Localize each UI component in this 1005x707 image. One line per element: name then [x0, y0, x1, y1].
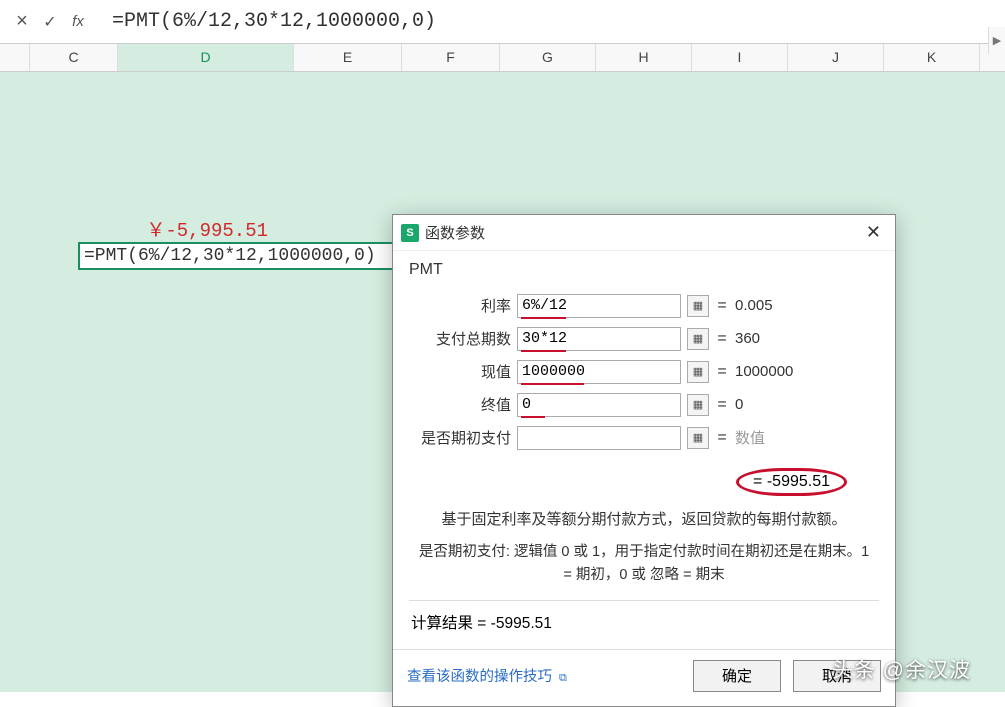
- scroll-right-icon[interactable]: ▶: [988, 27, 1005, 54]
- column-header[interactable]: I: [692, 44, 788, 71]
- equals-sign: =: [715, 330, 729, 348]
- equals-sign: =: [715, 396, 729, 414]
- column-header[interactable]: F: [402, 44, 500, 71]
- red-underline-annotation: [521, 383, 584, 385]
- argument-label: 是否期初支付: [415, 427, 511, 448]
- argument-evaluated: 数值: [735, 427, 765, 448]
- calc-result: 计算结果 = -5995.51: [409, 600, 879, 643]
- column-header[interactable]: E: [294, 44, 402, 71]
- dialog-titlebar[interactable]: S 函数参数 ✕: [393, 215, 895, 251]
- cell-editing-text: =PMT(6%/12,30*12,1000000,0): [84, 246, 376, 266]
- calc-value: -5995.51: [491, 615, 552, 632]
- app-logo-icon: S: [401, 224, 419, 242]
- preview-result: = -5995.51: [409, 462, 879, 502]
- spreadsheet-grid[interactable]: ￥-5,995.51 =PMT(6%/12,30*12,1000000,0) S…: [0, 72, 1005, 692]
- calc-label: 计算结果 =: [411, 615, 486, 632]
- argument-input[interactable]: [517, 294, 681, 318]
- argument-row: 支付总期数 ▦ = 360: [415, 322, 879, 355]
- argument-row: 现值 ▦ = 1000000: [415, 355, 879, 388]
- row-header-spacer: [0, 44, 30, 71]
- argument-row: 是否期初支付 ▦ = 数值: [415, 421, 879, 454]
- column-header[interactable]: J: [788, 44, 884, 71]
- column-header-selected[interactable]: D: [118, 44, 294, 71]
- formula-bar: × ✓ fx: [0, 0, 1005, 44]
- equals-sign: =: [715, 363, 729, 381]
- argument-evaluated: 0.005: [735, 297, 773, 314]
- argument-label: 现值: [415, 361, 511, 382]
- dialog-title: 函数参数: [425, 222, 860, 243]
- argument-input[interactable]: [517, 393, 681, 417]
- range-selector-icon[interactable]: ▦: [687, 361, 709, 383]
- column-header[interactable]: G: [500, 44, 596, 71]
- column-header[interactable]: H: [596, 44, 692, 71]
- argument-evaluated: 360: [735, 330, 760, 347]
- cell-editing[interactable]: =PMT(6%/12,30*12,1000000,0): [78, 242, 398, 270]
- range-selector-icon[interactable]: ▦: [687, 394, 709, 416]
- red-underline-annotation: [521, 317, 566, 319]
- argument-input[interactable]: [517, 426, 681, 450]
- preview-value: = -5995.51: [736, 468, 847, 496]
- argument-input[interactable]: [517, 327, 681, 351]
- argument-label: 利率: [415, 295, 511, 316]
- range-selector-icon[interactable]: ▦: [687, 328, 709, 350]
- function-arguments-dialog: S 函数参数 ✕ PMT 利率 ▦ = 0.005 支付总期数 ▦ = 360 现值 ▦ = 1000…: [392, 214, 896, 707]
- formula-input[interactable]: [112, 10, 1005, 33]
- red-underline-annotation: [521, 416, 545, 418]
- ok-button[interactable]: 确定: [693, 660, 781, 692]
- argument-description: 是否期初支付: 逻辑值 0 或 1，用于指定付款时间在期初还是在期末。1 = 期…: [409, 541, 879, 599]
- red-underline-annotation: [521, 350, 566, 352]
- argument-evaluated: 1000000: [735, 363, 793, 380]
- external-icon: ⧉: [559, 672, 567, 684]
- argument-evaluated: 0: [735, 396, 743, 413]
- watermark: 头条 @余汉波: [832, 654, 971, 684]
- argument-input[interactable]: [517, 360, 681, 384]
- accept-icon[interactable]: ✓: [38, 12, 62, 32]
- close-icon[interactable]: ✕: [860, 222, 887, 243]
- equals-sign: =: [715, 297, 729, 315]
- argument-row: 利率 ▦ = 0.005: [415, 289, 879, 322]
- argument-label: 支付总期数: [415, 328, 511, 349]
- cancel-icon[interactable]: ×: [10, 10, 34, 33]
- function-description: 基于固定利率及等额分期付款方式，返回贷款的每期付款额。: [409, 502, 879, 541]
- range-selector-icon[interactable]: ▦: [687, 427, 709, 449]
- range-selector-icon[interactable]: ▦: [687, 295, 709, 317]
- dialog-footer: 查看该函数的操作技巧 ⧉ 确定 取消: [393, 649, 895, 706]
- cell-result: ￥-5,995.51: [118, 215, 268, 242]
- column-header[interactable]: K: [884, 44, 980, 71]
- fx-icon[interactable]: fx: [66, 13, 90, 30]
- column-header[interactable]: C: [30, 44, 118, 71]
- column-headers: C D E F G H I J K: [0, 44, 1005, 72]
- help-link[interactable]: 查看该函数的操作技巧 ⧉: [407, 665, 681, 686]
- function-name: PMT: [409, 261, 879, 279]
- equals-sign: =: [715, 429, 729, 447]
- argument-row: 终值 ▦ = 0: [415, 388, 879, 421]
- help-text: 查看该函数的操作技巧: [407, 669, 552, 685]
- argument-label: 终值: [415, 394, 511, 415]
- argument-list: 利率 ▦ = 0.005 支付总期数 ▦ = 360 现值 ▦ = 1000000 终值 ▦ = 0 是否期初支…: [415, 289, 879, 454]
